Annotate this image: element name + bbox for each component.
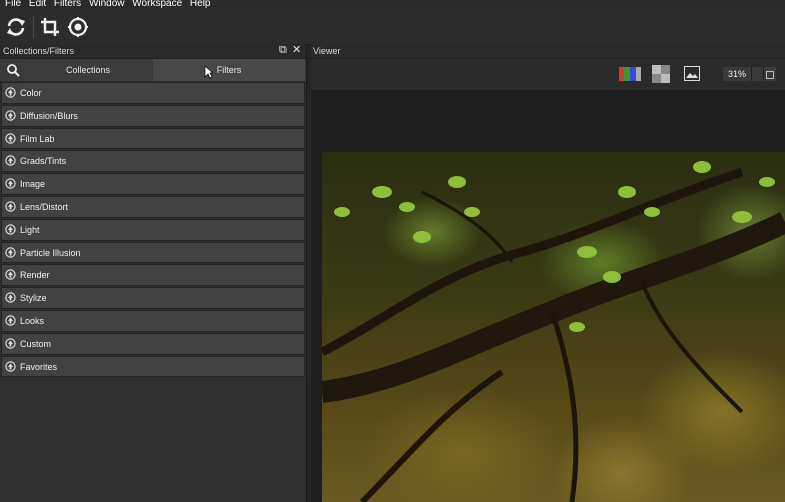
mouse-cursor-icon: [204, 65, 213, 79]
image-compare-icon[interactable]: [684, 66, 700, 81]
expand-arrow-icon: [5, 110, 16, 121]
list-item[interactable]: Film Lab: [1, 127, 305, 150]
list-item-label: Particle Illusion: [20, 247, 81, 258]
list-item-label: Looks: [20, 315, 45, 326]
expand-arrow-icon: [5, 178, 16, 189]
viewer-toolbar: 31%: [311, 58, 785, 90]
collections-filters-panel: Collections/Filters ⧉ ✕ Collections Filt…: [0, 44, 307, 502]
list-item-label: Film Lab: [20, 133, 55, 144]
tree-branches-photo: [322, 161, 785, 502]
viewer-panel: Viewer 31%: [311, 44, 785, 502]
list-item-label: Stylize: [20, 293, 47, 304]
zoom-level[interactable]: 31%: [723, 67, 751, 81]
list-item[interactable]: Stylize: [1, 287, 305, 309]
list-item-label: Light: [20, 224, 40, 235]
list-item-label: Color: [20, 88, 42, 98]
rgb-channels-icon[interactable]: [619, 67, 641, 81]
menu-window[interactable]: Window: [89, 0, 125, 9]
expand-arrow-icon: [5, 155, 16, 167]
panel-title-bar: Collections/Filters ⧉ ✕: [0, 44, 306, 58]
expand-arrow-icon: [5, 87, 16, 98]
list-item-label: Image: [20, 179, 46, 190]
panel-tabs: Collections Filters: [0, 58, 306, 81]
expand-arrow-icon: [5, 201, 16, 212]
refresh-icon[interactable]: [5, 16, 27, 38]
list-item[interactable]: Image: [1, 173, 305, 195]
expand-arrow-icon: [5, 132, 16, 144]
list-item[interactable]: Particle Illusion: [1, 241, 305, 264]
expand-arrow-icon: [5, 360, 16, 372]
expand-arrow-icon: [5, 246, 16, 258]
menu-file[interactable]: File: [5, 0, 21, 9]
list-item-label: Render: [20, 270, 50, 281]
list-item-label: Diffusion/Blurs: [20, 110, 78, 121]
menu-filters[interactable]: Filters: [54, 0, 81, 9]
expand-arrow-icon: [5, 292, 16, 303]
menu-help[interactable]: Help: [190, 0, 211, 9]
toolbar-separator: [33, 16, 34, 38]
crop-icon[interactable]: [39, 16, 61, 38]
close-panel-icon[interactable]: ✕: [292, 44, 301, 57]
preview-image: [322, 152, 785, 502]
list-item[interactable]: Grads/Tints: [1, 150, 305, 173]
float-panel-icon[interactable]: ⧉: [279, 44, 287, 57]
expand-arrow-icon: [5, 338, 16, 349]
search-icon[interactable]: [6, 63, 20, 77]
expand-arrow-icon: [5, 315, 16, 326]
menu-bar: File Edit Filters Window Workspace Help: [0, 0, 785, 10]
list-item-label: Lens/Distort: [20, 201, 69, 212]
tab-collections[interactable]: Collections: [24, 59, 152, 81]
zoom-fit-button[interactable]: [763, 67, 776, 81]
list-item[interactable]: Lens/Distort: [1, 195, 305, 218]
list-item[interactable]: Light: [1, 218, 305, 241]
toolbar: [0, 10, 785, 45]
menu-workspace[interactable]: Workspace: [132, 0, 182, 9]
expand-arrow-icon: [5, 224, 16, 235]
panel-title: Collections/Filters: [3, 46, 75, 56]
list-item-label: Grads/Tints: [20, 156, 67, 167]
viewer-title: Viewer: [311, 44, 785, 58]
menu-edit[interactable]: Edit: [29, 0, 46, 9]
checkerboard-icon[interactable]: [652, 65, 670, 83]
list-item[interactable]: Favorites: [1, 355, 305, 378]
list-item-label: Custom: [20, 338, 52, 349]
list-item[interactable]: Color: [1, 82, 305, 104]
filter-category-list: Color Diffusion/Blurs Film Lab Grads/Tin…: [1, 82, 305, 378]
preview-icon[interactable]: [67, 16, 89, 38]
tab-filters[interactable]: Filters: [153, 59, 305, 81]
list-item[interactable]: Render: [1, 264, 305, 287]
list-item[interactable]: Diffusion/Blurs: [1, 104, 305, 127]
list-item-label: Favorites: [20, 361, 58, 372]
list-item[interactable]: Custom: [1, 332, 305, 355]
list-item[interactable]: Looks: [1, 309, 305, 332]
expand-arrow-icon: [5, 269, 16, 281]
